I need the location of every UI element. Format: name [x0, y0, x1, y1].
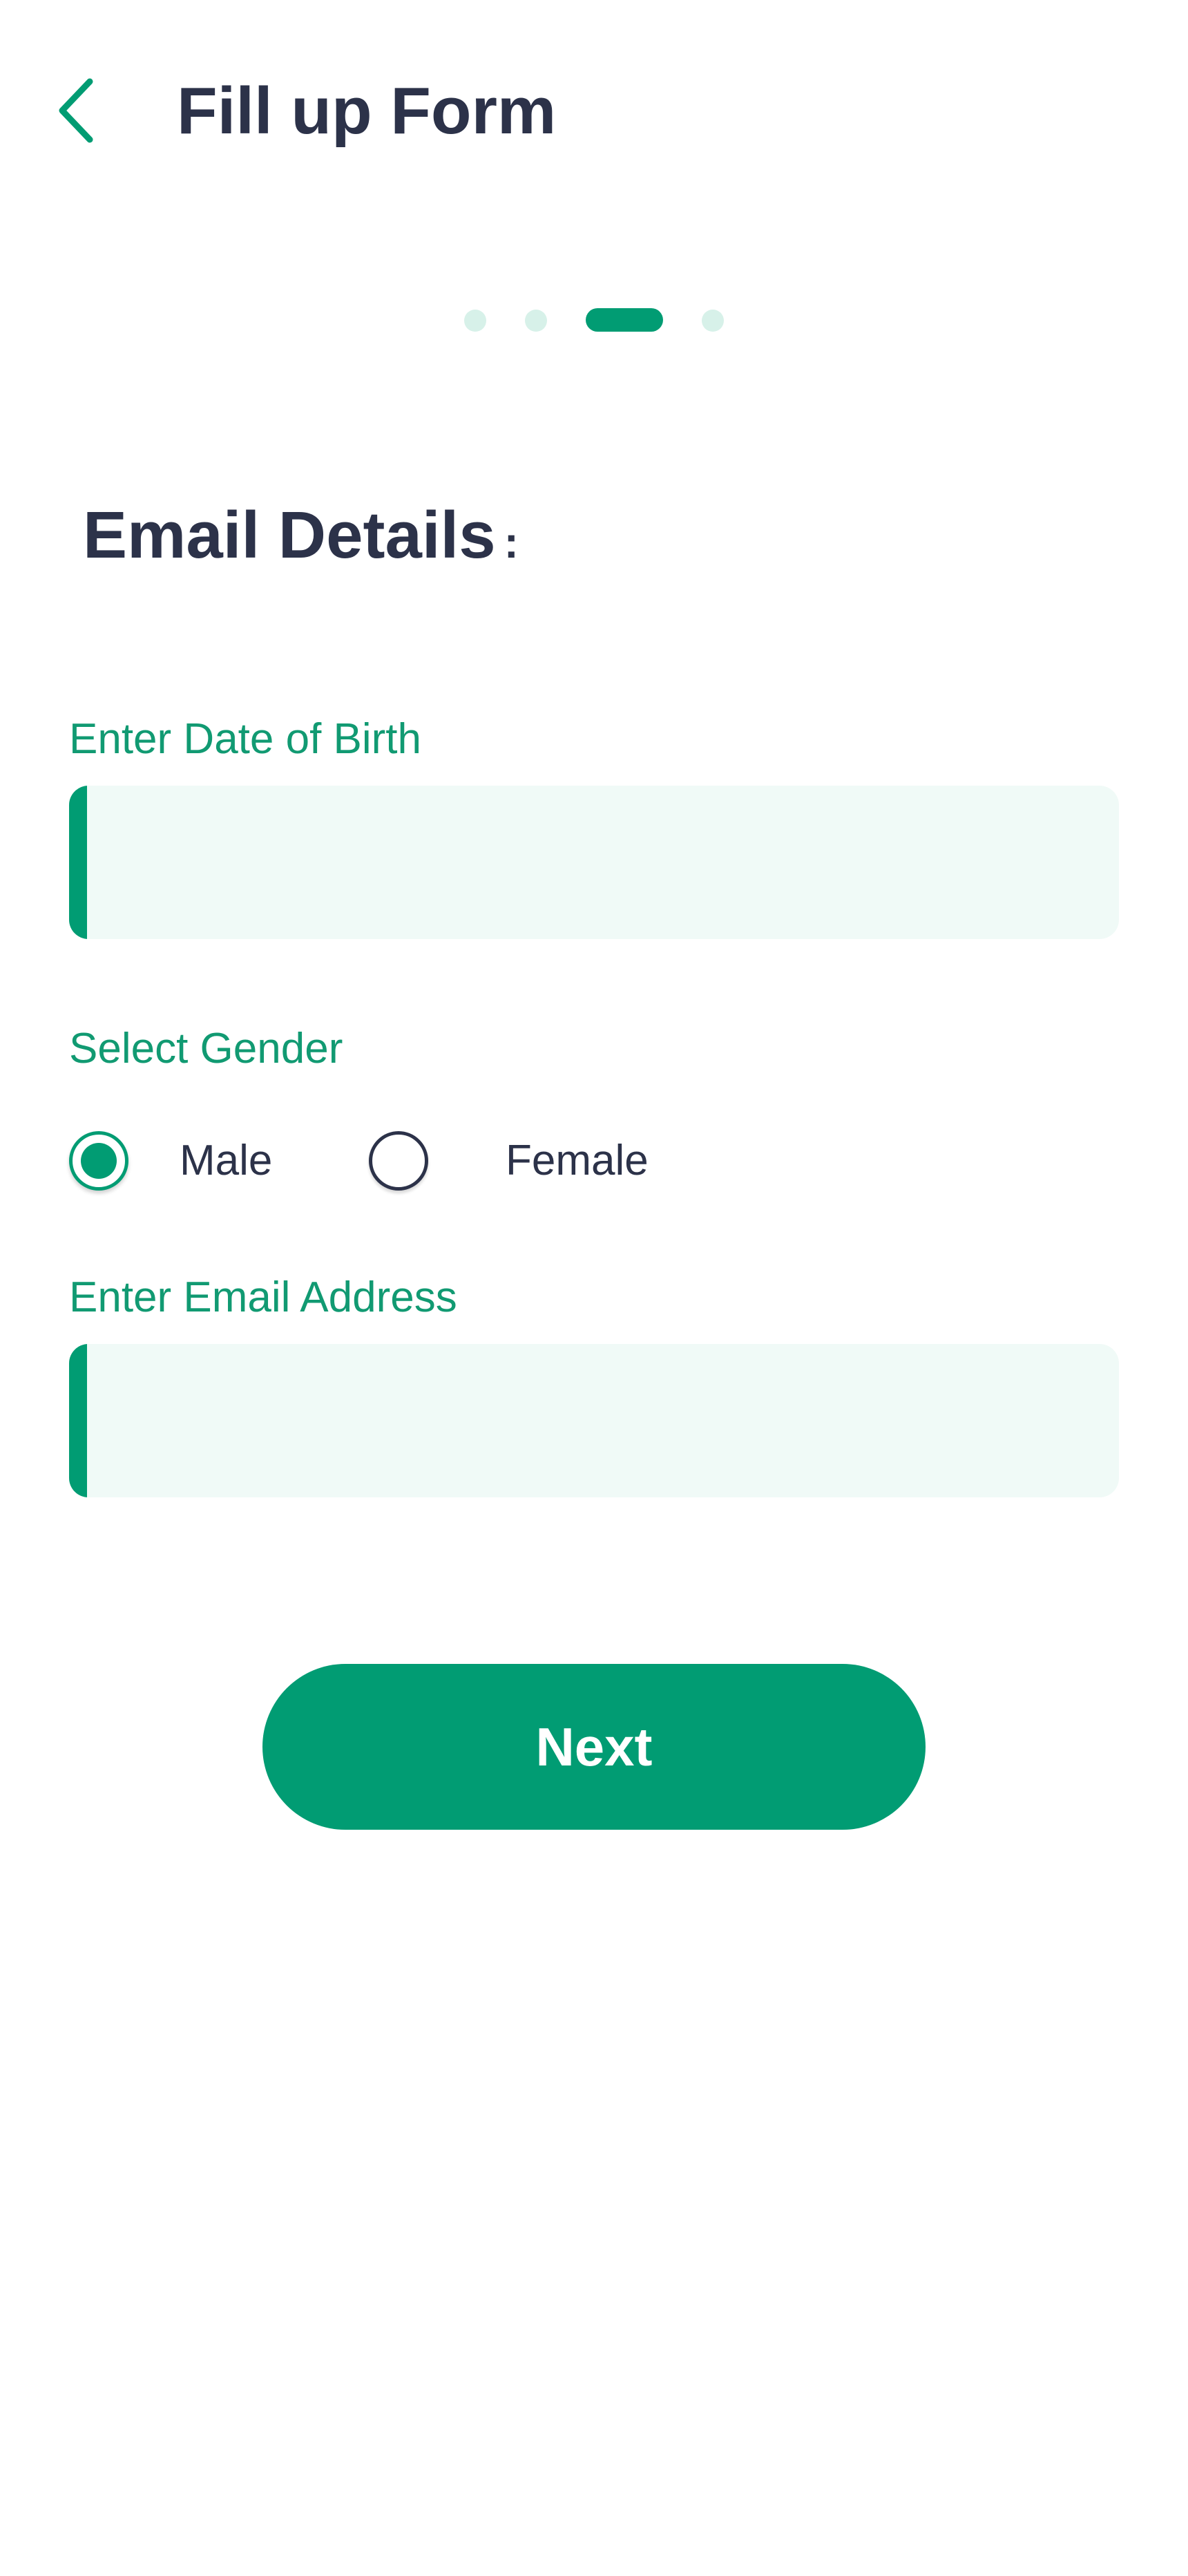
step-dot-4	[702, 310, 724, 332]
email-field	[69, 1344, 1119, 1497]
next-button[interactable]: Next	[262, 1664, 926, 1830]
email-input[interactable]	[87, 1344, 1119, 1497]
dob-input[interactable]	[87, 786, 1119, 939]
step-dot-2	[525, 310, 547, 332]
dob-field-accent	[69, 786, 87, 939]
radio-unchecked-icon[interactable]	[369, 1131, 428, 1191]
email-field-accent	[69, 1344, 87, 1497]
dob-label: Enter Date of Birth	[69, 715, 422, 763]
step-indicator	[0, 304, 1188, 337]
dob-field	[69, 786, 1119, 939]
gender-label: Select Gender	[69, 1025, 343, 1072]
step-dot-3-active	[586, 308, 663, 332]
gender-option-female-label: Female	[506, 1137, 649, 1184]
back-button[interactable]	[48, 69, 104, 152]
radio-checked-icon[interactable]	[69, 1131, 128, 1191]
email-label: Enter Email Address	[69, 1273, 457, 1321]
chevron-left-icon	[59, 78, 93, 143]
section-title: Email Details:	[83, 491, 519, 587]
section-title-colon: :	[504, 518, 519, 567]
gender-option-male[interactable]: Male	[69, 1126, 272, 1195]
gender-option-male-label: Male	[180, 1137, 273, 1184]
app-header: Fill up Form	[0, 0, 1188, 221]
section-title-text: Email Details	[83, 498, 496, 572]
step-dot-1	[464, 310, 486, 332]
gender-option-female[interactable]: Female	[369, 1126, 649, 1195]
gender-radio-group: Male Female	[69, 1126, 898, 1195]
page-title: Fill up Form	[177, 74, 557, 148]
